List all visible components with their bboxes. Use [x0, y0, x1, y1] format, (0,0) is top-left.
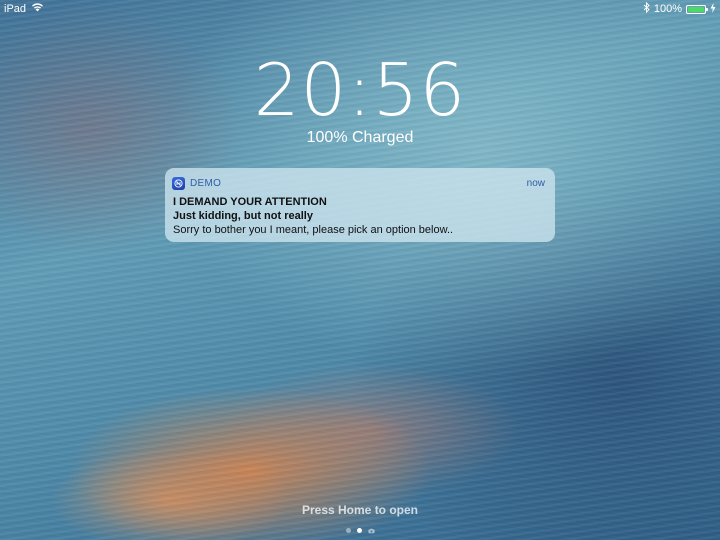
app-icon [172, 176, 185, 190]
clock-time: 20:56 [253, 48, 467, 132]
status-left: iPad [4, 2, 44, 15]
notification-time: now [526, 177, 545, 189]
wifi-icon [31, 2, 44, 15]
battery-percent: 100% [653, 3, 682, 15]
notification-banner[interactable]: DEMO now I DEMAND YOUR ATTENTION Just ki… [165, 168, 555, 242]
notification-subtitle: Just kidding, but not really [173, 210, 313, 222]
battery-fill [688, 6, 704, 12]
page-dot-active[interactable] [356, 528, 362, 533]
notification-title: I DEMAND YOUR ATTENTION [173, 196, 327, 208]
lock-screen[interactable]: iPad 100% 20:56 100% Charged DEMO now I … [0, 0, 720, 540]
unlock-hint: Press Home to open [301, 503, 419, 517]
bluetooth-icon [643, 1, 650, 16]
status-right: 100% [643, 1, 716, 16]
page-indicator[interactable] [0, 528, 720, 533]
device-name: iPad [4, 2, 27, 15]
camera-icon[interactable] [367, 528, 375, 533]
page-dot[interactable] [345, 528, 351, 533]
notification-content: I DEMAND YOUR ATTENTION Just kidding, bu… [173, 195, 545, 237]
charge-status: 100% Charged [306, 129, 414, 146]
notification-body: Sorry to bother you I meant, please pick… [173, 224, 454, 236]
status-bar: iPad 100% [0, 0, 720, 18]
battery-icon [686, 4, 708, 14]
notification-header: DEMO now [172, 175, 545, 191]
notification-app-name: DEMO [190, 177, 222, 189]
charging-bolt-icon [710, 2, 716, 16]
